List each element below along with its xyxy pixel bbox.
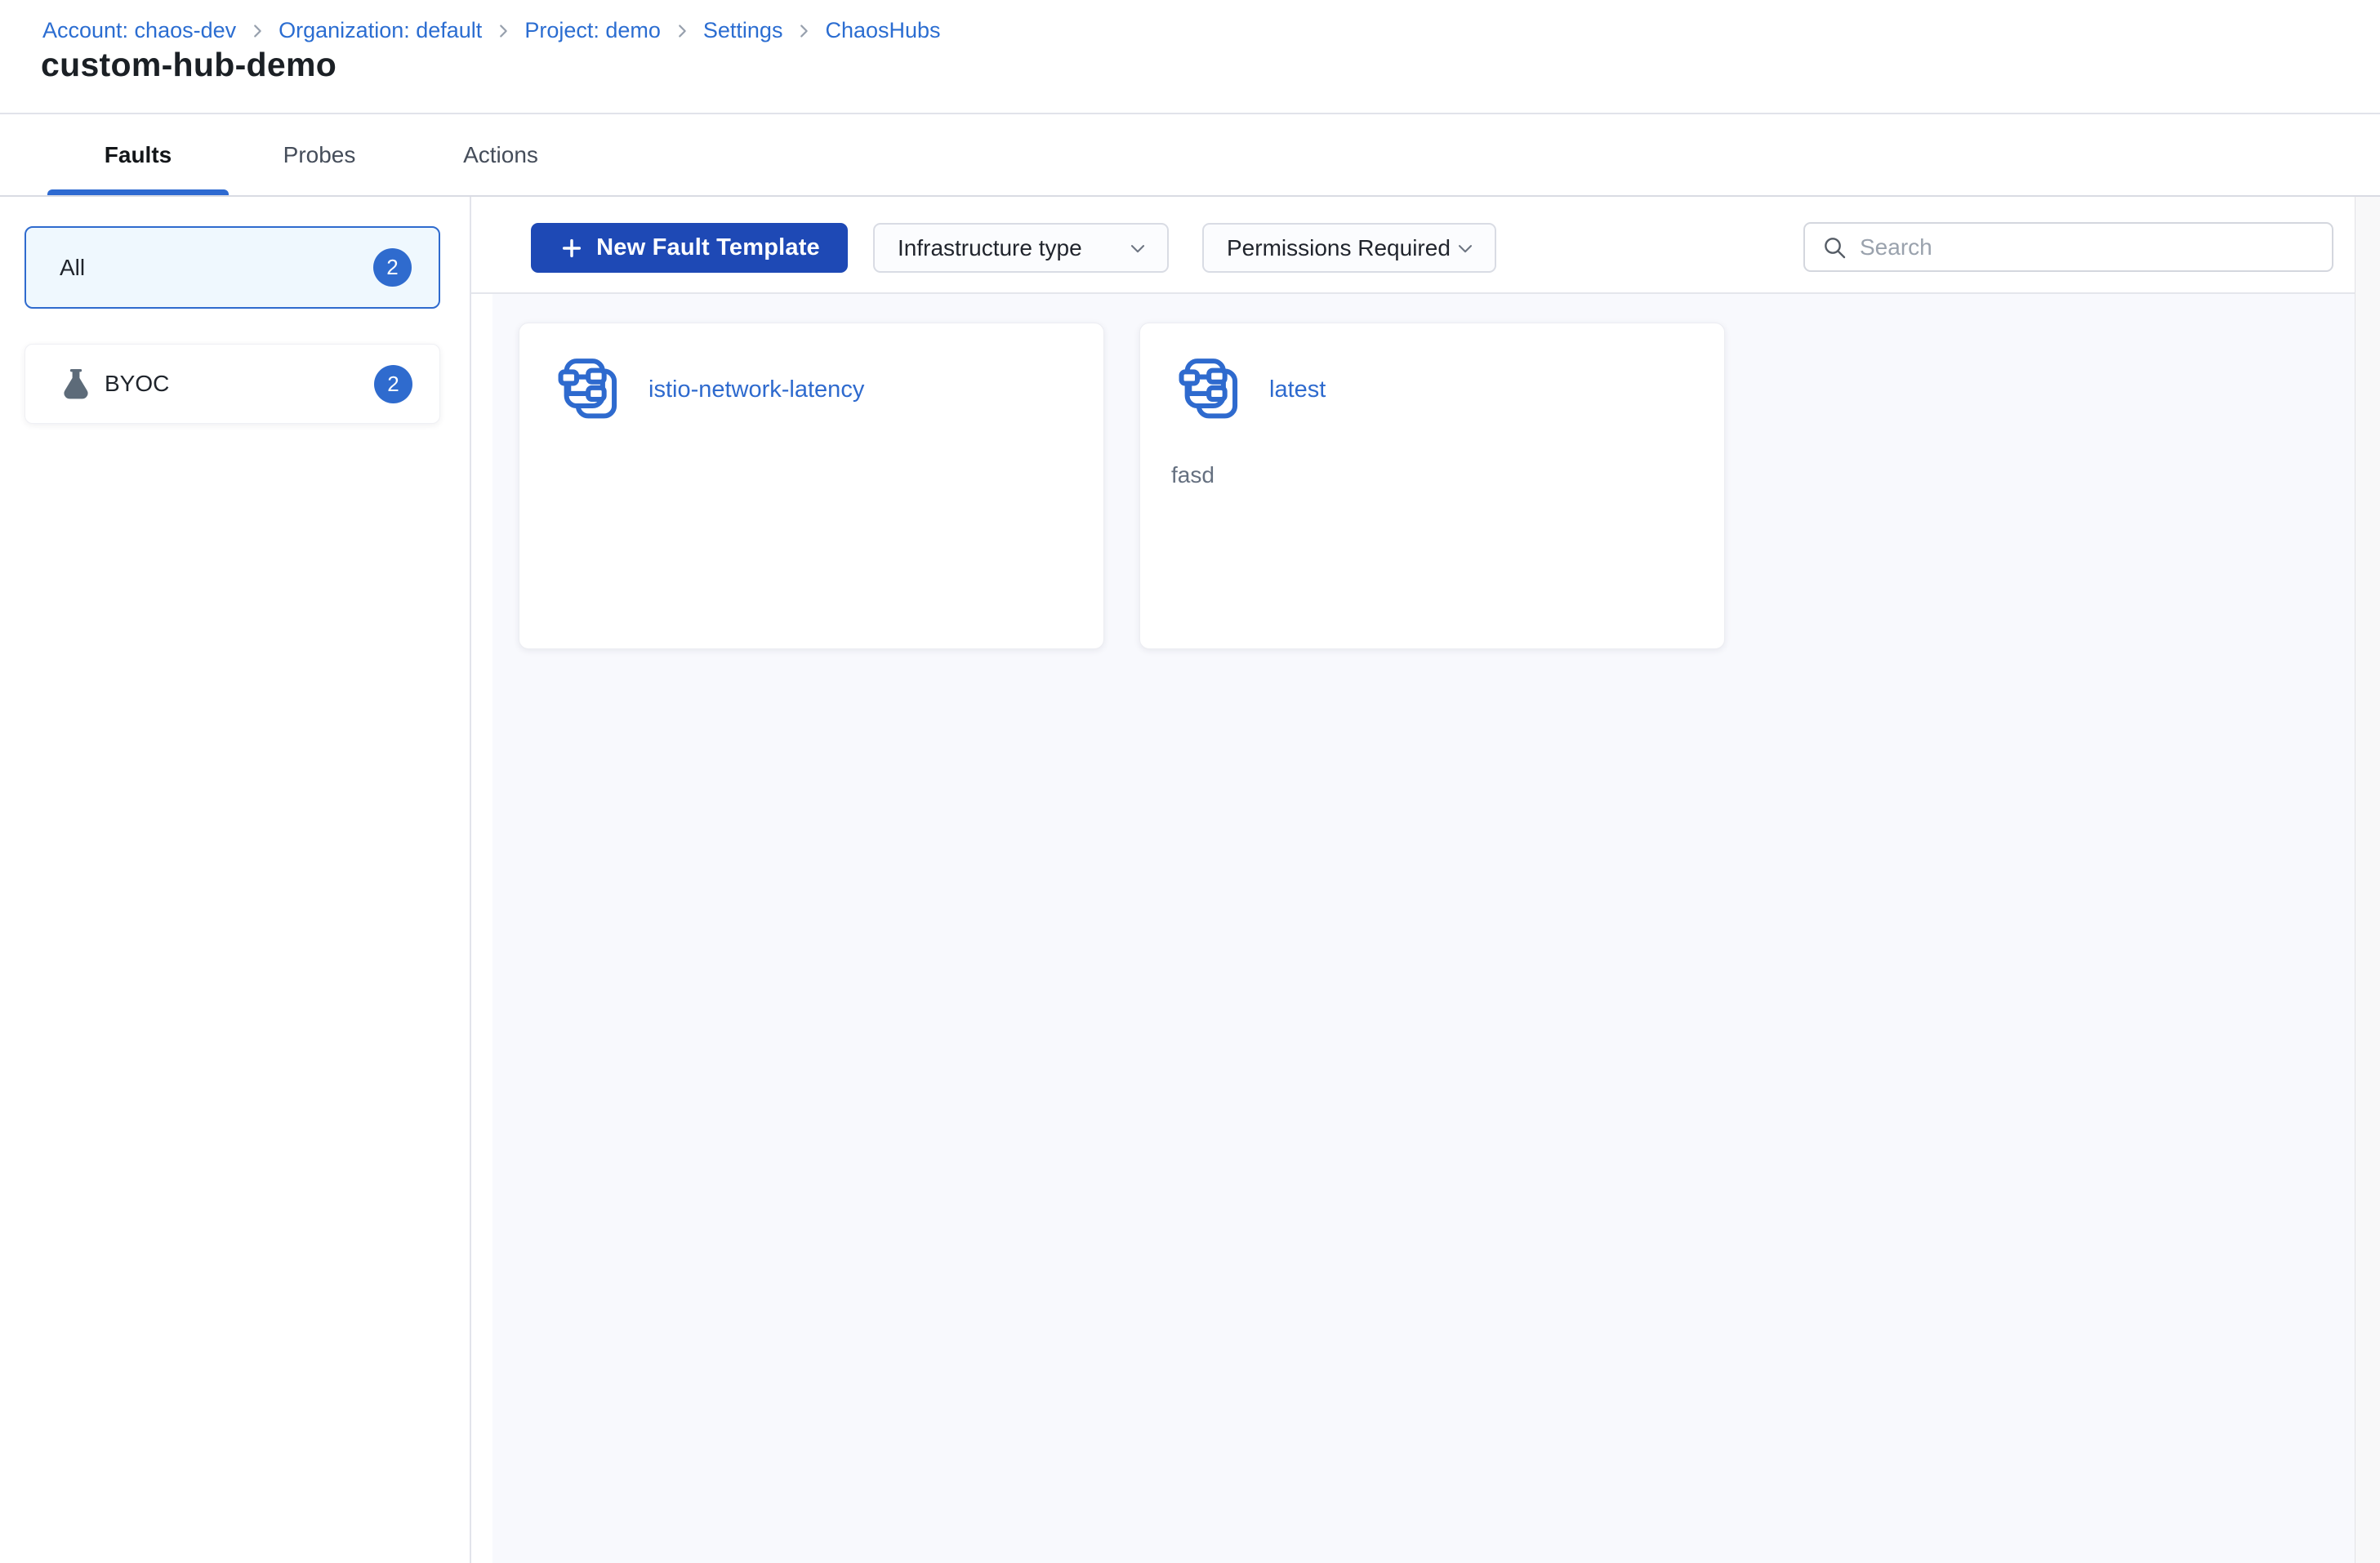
tab-actions[interactable]: Actions [410, 114, 591, 196]
fault-template-title[interactable]: latest [1269, 376, 1326, 403]
fault-template-card[interactable]: istio-network-latency [519, 323, 1104, 649]
breadcrumb-chaoshubs-link[interactable]: ChaosHubs [825, 18, 940, 43]
filter-all-label: All [60, 254, 86, 280]
sidebar-item-all[interactable]: All 2 [25, 226, 440, 309]
fault-template-card[interactable]: latest fasd [1139, 323, 1725, 649]
breadcrumb-settings-link[interactable]: Settings [703, 18, 783, 43]
tab-actions-label: Actions [463, 142, 538, 167]
sidebar-divider [470, 197, 471, 1563]
page-title: custom-hub-demo [41, 46, 337, 83]
sidebar-item-byoc[interactable]: BYOC 2 [25, 344, 440, 424]
new-fault-template-label: New Fault Template [596, 234, 820, 260]
vertical-scrollbar[interactable] [2355, 197, 2380, 1563]
chevron-right-icon [494, 22, 512, 40]
tab-probes[interactable]: Probes [229, 114, 410, 196]
fault-template-icon [558, 355, 627, 425]
search-input[interactable] [1860, 234, 2315, 260]
fault-template-description: fasd [1171, 462, 1215, 488]
breadcrumb-organization-link[interactable]: Organization: default [279, 18, 482, 43]
plus-icon [559, 235, 585, 261]
infrastructure-type-dropdown[interactable]: Infrastructure type [873, 223, 1169, 273]
flask-icon [58, 366, 94, 402]
infrastructure-type-label: Infrastructure type [898, 234, 1082, 260]
chevron-down-icon [1126, 237, 1149, 260]
fault-template-icon [1179, 355, 1248, 425]
filter-byoc-count-badge: 2 [374, 364, 412, 403]
chevron-right-icon [673, 22, 691, 40]
toolbar-divider [471, 292, 2355, 294]
search-field [1803, 222, 2333, 272]
tab-faults-label: Faults [104, 142, 172, 167]
permissions-required-label: Permissions Required [1227, 234, 1451, 260]
permissions-required-dropdown[interactable]: Permissions Required [1202, 223, 1496, 273]
breadcrumb-project-link[interactable]: Project: demo [524, 18, 661, 43]
filter-all-count-badge: 2 [373, 248, 412, 287]
chevron-right-icon [248, 22, 266, 40]
tab-bar: Faults Probes Actions [47, 114, 591, 197]
tab-probes-label: Probes [283, 142, 356, 167]
chaoshub-page: Account: chaos-dev Organization: default… [0, 0, 2380, 1563]
chevron-down-icon [1454, 237, 1477, 260]
search-icon [1825, 237, 1846, 258]
breadcrumb-account-link[interactable]: Account: chaos-dev [42, 18, 236, 43]
fault-template-title[interactable]: istio-network-latency [648, 376, 864, 403]
new-fault-template-button[interactable]: New Fault Template [531, 223, 848, 273]
tab-divider [0, 195, 2380, 197]
breadcrumb: Account: chaos-dev Organization: default… [42, 18, 941, 43]
filter-byoc-label: BYOC [105, 371, 170, 396]
chevron-right-icon [795, 22, 813, 40]
tab-faults[interactable]: Faults [47, 114, 229, 197]
